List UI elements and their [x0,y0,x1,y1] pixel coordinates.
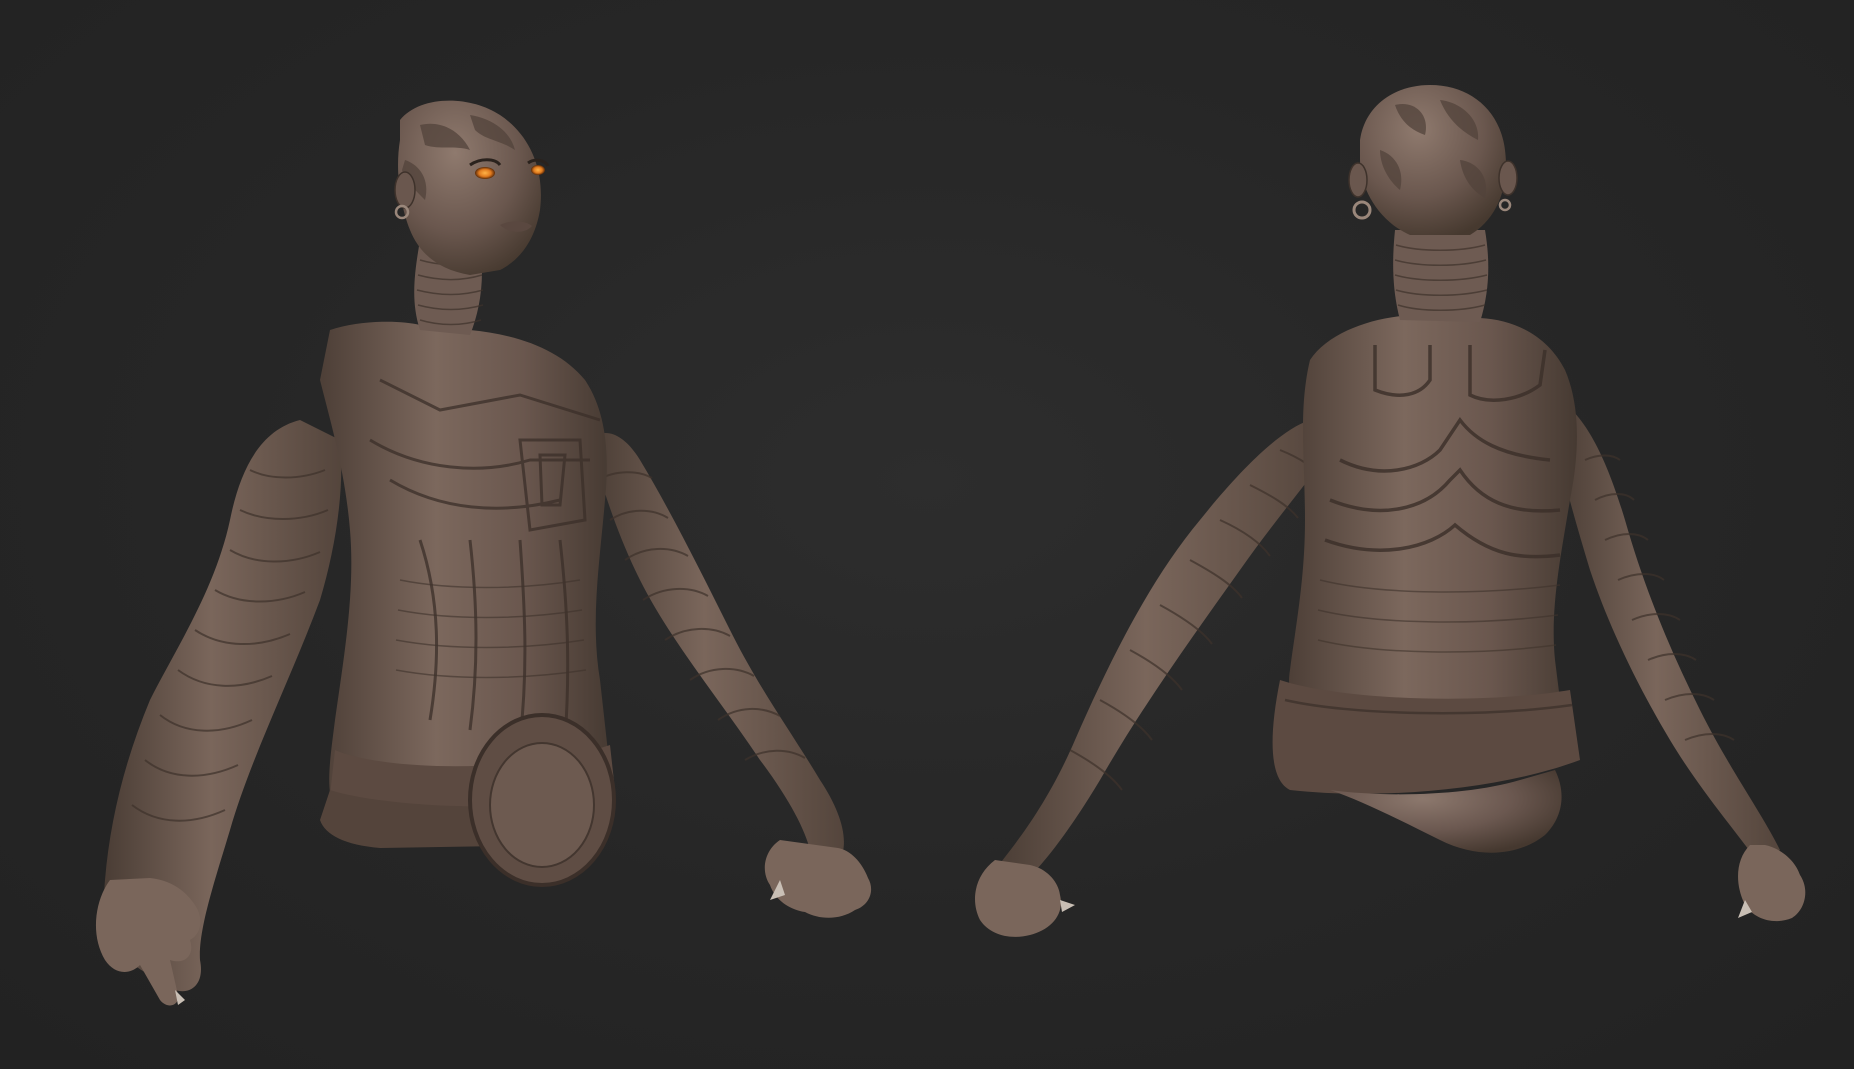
front-right-hand [764,840,872,918]
front-left-claw [175,990,185,1005]
back-right-arm [1555,400,1780,865]
back-earring-right [1498,198,1512,212]
front-eye-left [475,167,495,179]
back-torso [1289,315,1577,729]
back-ear-right [1498,160,1518,196]
back-earring-left [1352,200,1372,220]
back-left-arm [995,420,1330,885]
render-viewport [0,0,1854,1069]
back-view [975,85,1806,937]
front-three-quarter-view [95,100,872,1006]
back-left-claw [1060,900,1075,912]
front-right-arm [590,432,844,860]
sculpt-render [95,85,1806,1006]
front-ear [394,171,416,209]
front-eye-right [531,165,545,175]
back-ear-left [1348,162,1368,198]
back-left-hand [975,860,1061,937]
